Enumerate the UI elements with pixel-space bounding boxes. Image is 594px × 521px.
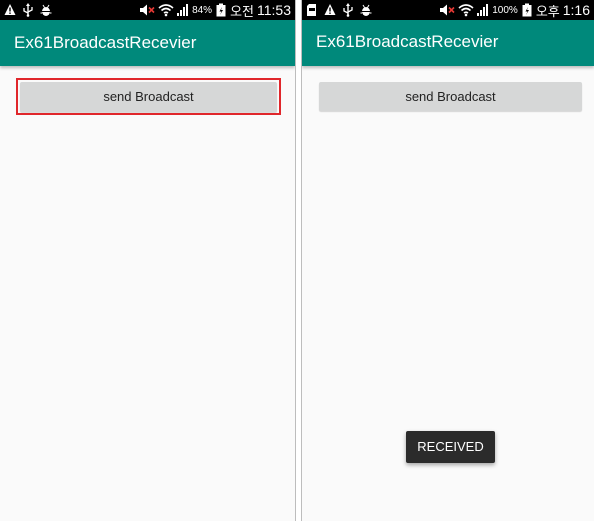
status-bar: 100% 오후 1:16: [302, 0, 594, 20]
signal-icon: [177, 3, 189, 17]
status-ampm: 오후: [535, 3, 560, 19]
wifi-icon: [458, 3, 474, 17]
toast-message: RECEIVED: [406, 431, 495, 463]
send-broadcast-button[interactable]: send Broadcast: [319, 82, 582, 111]
action-bar: Ex61BroadcastRecevier: [0, 20, 295, 66]
phone-screen-after: 100% 오후 1:16 Ex61BroadcastRecevier send …: [302, 0, 594, 521]
status-time: 11:53: [257, 2, 291, 18]
highlight-box: [16, 78, 281, 115]
usb-icon: [342, 3, 354, 17]
usb-icon: [22, 3, 34, 17]
action-bar: Ex61BroadcastRecevier: [302, 20, 594, 66]
battery-icon: [521, 3, 533, 17]
signal-icon: [477, 3, 489, 17]
battery-percent: 84%: [192, 4, 213, 16]
screen-divider: [295, 0, 302, 521]
sd-card-icon: [306, 3, 318, 17]
android-debug-icon: [40, 3, 52, 17]
volume-mute-icon: [139, 3, 155, 17]
warning-icon: [324, 3, 336, 17]
screenshot-stage: 84% 오전 11:53 Ex61BroadcastRecevier send …: [0, 0, 594, 521]
status-time: 1:16: [562, 2, 590, 18]
app-title: Ex61BroadcastRecevier: [14, 33, 197, 52]
battery-icon: [215, 3, 227, 17]
app-title: Ex61BroadcastRecevier: [316, 32, 499, 51]
battery-percent: 100%: [492, 4, 518, 16]
android-debug-icon: [360, 3, 372, 17]
warning-icon: [4, 3, 16, 17]
status-bar: 84% 오전 11:53: [0, 0, 295, 20]
volume-mute-icon: [439, 3, 455, 17]
phone-screen-before: 84% 오전 11:53 Ex61BroadcastRecevier send …: [0, 0, 295, 521]
status-ampm: 오전: [230, 3, 254, 19]
wifi-icon: [158, 3, 174, 17]
